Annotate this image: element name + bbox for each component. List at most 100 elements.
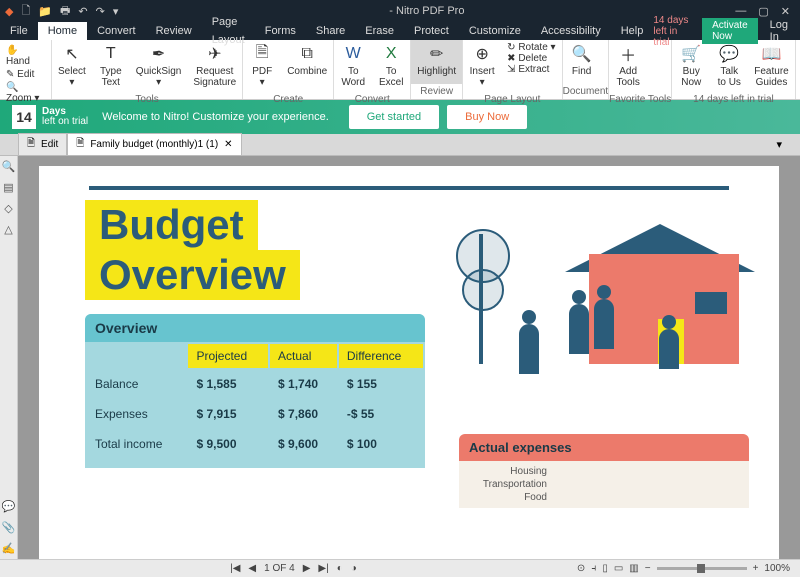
person-graphic <box>659 329 679 369</box>
next-page-icon[interactable]: ▶ <box>303 563 311 574</box>
delete-button[interactable]: ✖ Delete <box>507 53 547 64</box>
open-icon[interactable]: 📁 <box>38 5 52 18</box>
group-label-favorite: Favorite Tools <box>609 92 671 107</box>
edit-tab[interactable]: 🗎 Edit <box>18 133 67 156</box>
insert-button[interactable]: ⊕Insert▾ <box>463 40 501 92</box>
tab-share[interactable]: Share <box>306 22 355 40</box>
zoom-out-icon[interactable]: − <box>645 563 651 574</box>
tab-accessibility[interactable]: Accessibility <box>531 22 611 40</box>
zoom-slider[interactable] <box>657 567 747 570</box>
get-started-button[interactable]: Get started <box>349 105 439 129</box>
tab-erase[interactable]: Erase <box>355 22 404 40</box>
document-tab[interactable]: 🗎 Family budget (monthly)1 (1) ✕ <box>67 133 241 156</box>
guides-button[interactable]: 📖Feature Guides <box>748 40 794 92</box>
view-single-icon[interactable]: ▯ <box>602 563 608 574</box>
zoom-level: 100% <box>764 563 790 574</box>
tabs-menu-icon[interactable]: ▾ <box>776 138 782 151</box>
highlight-button[interactable]: ✏Highlight <box>411 40 462 84</box>
tab-forms[interactable]: Forms <box>255 22 306 40</box>
document-tabs: 🗎 Edit 🗎 Family budget (monthly)1 (1) ✕ … <box>0 134 800 156</box>
layers-panel-icon[interactable]: ▤ <box>3 181 13 194</box>
tab-review[interactable]: Review <box>146 22 202 40</box>
view-fit-icon[interactable]: ⊙ <box>577 563 585 574</box>
page-nav: |◀ ◀ 1 OF 4 ▶ ▶| ◐ ◑ <box>230 563 357 574</box>
tab-convert[interactable]: Convert <box>87 22 146 40</box>
attach-panel-icon[interactable]: 📎 <box>2 521 16 534</box>
days-count: 14 <box>12 105 36 129</box>
new-icon[interactable]: 🗋 <box>21 2 30 21</box>
redo-icon[interactable]: ↷ <box>96 5 105 18</box>
quick-access-toolbar: ◆ 🗋 📁 🖶 ↶ ↷ ▾ <box>5 2 118 21</box>
tab-protect[interactable]: Protect <box>404 22 459 40</box>
edit-tool[interactable]: ✎ Edit <box>6 68 45 81</box>
overview-table: ProjectedActualDifference Balance$ 1,585… <box>85 342 425 460</box>
last-page-icon[interactable]: ▶| <box>318 563 328 574</box>
person-graphic <box>569 304 589 354</box>
view-cont-icon[interactable]: ▭ <box>614 563 623 574</box>
cursor-icon: ↖ <box>65 44 78 64</box>
pdf-button[interactable]: 🗎PDF▾ <box>243 40 281 92</box>
view-width-icon[interactable]: ⫞ <box>591 563 596 574</box>
actual-expenses-panel: Actual expenses Housing Transportation F… <box>459 434 749 508</box>
side-panel: 🔍 ▤ ◇ △ 💬 📎 ✍ <box>0 156 18 559</box>
typetext-button[interactable]: TType Text <box>92 40 130 92</box>
hand-tool[interactable]: ✋ Hand <box>6 44 45 68</box>
window-controls: — ▢ ✕ <box>735 5 795 18</box>
buynow-button[interactable]: 🛒Buy Now <box>672 40 710 92</box>
first-page-icon[interactable]: |◀ <box>230 563 240 574</box>
sign-panel-icon[interactable]: ✍ <box>2 542 16 555</box>
actexp-heading: Actual expenses <box>459 434 749 461</box>
table-row: Total income$ 9,500$ 9,600$ 100 <box>87 430 423 458</box>
tab-home[interactable]: Home <box>38 22 87 40</box>
doc-title-1: Budget <box>85 200 258 250</box>
find-button[interactable]: 🔍Find <box>563 40 601 84</box>
comment-panel-icon[interactable]: 💬 <box>2 500 16 513</box>
combine-button[interactable]: ⧉Combine <box>281 40 333 92</box>
pdf-icon: 🗎 <box>256 44 269 64</box>
zoom-in-icon[interactable]: + <box>753 563 759 574</box>
status-bar: |◀ ◀ 1 OF 4 ▶ ▶| ◐ ◑ ⊙ ⫞ ▯ ▭ ▥ − + 100% <box>0 559 800 577</box>
nav-fwd-icon[interactable]: ◑ <box>351 563 357 574</box>
window-graphic <box>695 292 727 314</box>
tab-help[interactable]: Help <box>611 22 654 40</box>
addtools-button[interactable]: ＋Add Tools <box>609 40 647 92</box>
tab-file[interactable]: File <box>0 22 38 40</box>
pdf-page: Budget Overview Overview ProjectedActual… <box>39 166 779 559</box>
exp-cat: Transportation <box>467 478 547 491</box>
days-label: Daysleft on trial <box>42 107 88 127</box>
cart-icon: 🛒 <box>681 44 701 64</box>
toexcel-button[interactable]: XTo Excel <box>372 40 410 92</box>
save-icon[interactable]: 🖶 <box>60 2 70 21</box>
toword-button[interactable]: WTo Word <box>334 40 372 92</box>
tab-customize[interactable]: Customize <box>459 22 531 40</box>
view-two-icon[interactable]: ▥ <box>629 563 638 574</box>
col-actual: Actual <box>270 344 337 368</box>
exp-cat: Food <box>467 491 547 504</box>
close-icon[interactable]: ✕ <box>781 5 790 18</box>
ribbon-group-convert: WTo Word XTo Excel Convert <box>334 40 411 99</box>
reqsig-button[interactable]: ✈Request Signature <box>187 40 242 92</box>
close-tab-icon[interactable]: ✕ <box>224 139 232 150</box>
prev-page-icon[interactable]: ◀ <box>248 563 256 574</box>
search-panel-icon[interactable]: 🔍 <box>2 160 16 173</box>
ribbon-group-trial: 🛒Buy Now 💬Talk to Us 📖Feature Guides 14 … <box>672 40 795 99</box>
undo-icon[interactable]: ↶ <box>78 5 87 18</box>
person-graphic <box>519 324 539 374</box>
rotate-button[interactable]: ↻ Rotate ▾ <box>507 42 555 53</box>
doc-title-2: Overview <box>85 250 300 300</box>
buy-now-button[interactable]: Buy Now <box>447 105 527 129</box>
minimize-icon[interactable]: — <box>735 5 746 18</box>
page-ops: ↻ Rotate ▾ ✖ Delete ⇲ Extract <box>501 40 561 92</box>
app-icon: ◆ <box>5 5 13 18</box>
bookmark-panel-icon[interactable]: ◇ <box>4 202 12 215</box>
document-viewport[interactable]: Budget Overview Overview ProjectedActual… <box>18 156 800 559</box>
ribbon: ✋ Hand ✎ Edit 🔍 Zoom ▾ ↖Select▾ TType Te… <box>0 40 800 100</box>
tag-panel-icon[interactable]: △ <box>4 223 12 236</box>
zoom-tool[interactable]: 🔍 Zoom ▾ <box>6 81 45 105</box>
select-button[interactable]: ↖Select▾ <box>52 40 92 92</box>
nav-back-icon[interactable]: ◐ <box>337 563 343 574</box>
maximize-icon[interactable]: ▢ <box>758 5 768 18</box>
quicksign-button[interactable]: ✒QuickSign▾ <box>130 40 188 92</box>
talktous-button[interactable]: 💬Talk to Us <box>710 40 748 92</box>
extract-button[interactable]: ⇲ Extract <box>507 64 549 75</box>
